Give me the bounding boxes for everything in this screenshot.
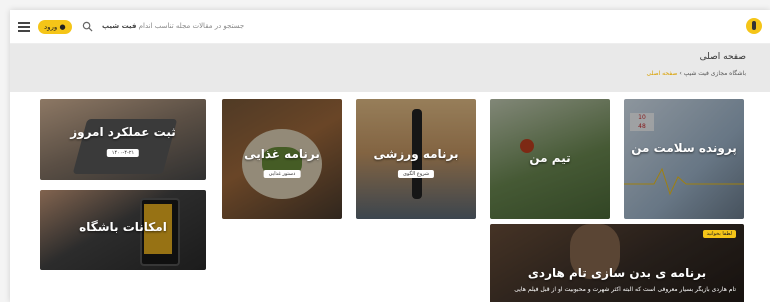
top-bar: ورود ● جستجو در مقالات مجله تناسب اندام … xyxy=(10,10,770,44)
search-input[interactable]: جستجو در مقالات مجله تناسب اندام فیت شیپ xyxy=(102,21,244,32)
card-title: برنامه ی بدن سازی تام هاردی xyxy=(527,266,707,280)
card-description: تام هاردی بازیگر بسیار معروفی است که الب… xyxy=(514,286,736,293)
card-health-file[interactable]: 10 48 پرونده سلامت من xyxy=(624,99,744,219)
card-date: ۱۴۰۰-۴-۲۱ xyxy=(106,149,140,157)
site-logo[interactable] xyxy=(746,18,762,34)
search-placeholder: جستجو در مقالات مجله تناسب اندام xyxy=(138,22,245,30)
card-daily-log[interactable]: ثبت عملکرد امروز ۱۴۰۰-۴-۲۱ xyxy=(40,99,206,180)
card-title: ثبت عملکرد امروز xyxy=(70,125,176,139)
login-button[interactable]: ورود ● xyxy=(38,20,72,34)
page-header: صفحه اصلی باشگاه مجازی فیت شیپ › صفحه اص… xyxy=(10,44,770,92)
card-diet[interactable]: برنامه غذایی دستور غذایی xyxy=(222,99,342,219)
breadcrumb-current: صفحه اصلی xyxy=(646,70,678,77)
search-icon[interactable] xyxy=(82,21,93,32)
card-my-team[interactable]: تیم من xyxy=(490,99,610,219)
card-title: برنامه ورزشی xyxy=(373,147,459,161)
card-club-features[interactable]: امکانات باشگاه xyxy=(40,190,206,270)
search-brand: فیت شیپ xyxy=(102,22,137,30)
menu-icon[interactable] xyxy=(18,20,30,32)
card-tag[interactable]: شروع الگوی xyxy=(397,170,435,178)
card-workout[interactable]: برنامه ورزشی شروع الگوی xyxy=(356,99,476,219)
card-title: پرونده سلامت من xyxy=(631,141,737,155)
card-title: تیم من xyxy=(529,151,571,165)
card-overlay xyxy=(40,99,206,180)
login-button-label: ورود xyxy=(44,23,58,31)
page-title: صفحه اصلی xyxy=(699,52,746,62)
card-overlay xyxy=(624,99,744,219)
card-tag[interactable]: دستور غذایی xyxy=(263,170,301,178)
read-badge: لطفا بخوانید xyxy=(702,230,736,238)
breadcrumb-parent[interactable]: باشگاه مجازی فیت شیپ xyxy=(684,70,746,77)
card-tom-hardy-program[interactable]: لطفا بخوانید برنامه ی بدن سازی تام هاردی… xyxy=(490,224,744,302)
breadcrumb-separator: › xyxy=(679,70,682,77)
breadcrumb: باشگاه مجازی فیت شیپ › صفحه اصلی xyxy=(647,70,746,77)
app-window: ورود ● جستجو در مقالات مجله تناسب اندام … xyxy=(10,10,770,302)
card-title: امکانات باشگاه xyxy=(79,220,167,234)
card-title: برنامه غذایی xyxy=(244,147,320,161)
